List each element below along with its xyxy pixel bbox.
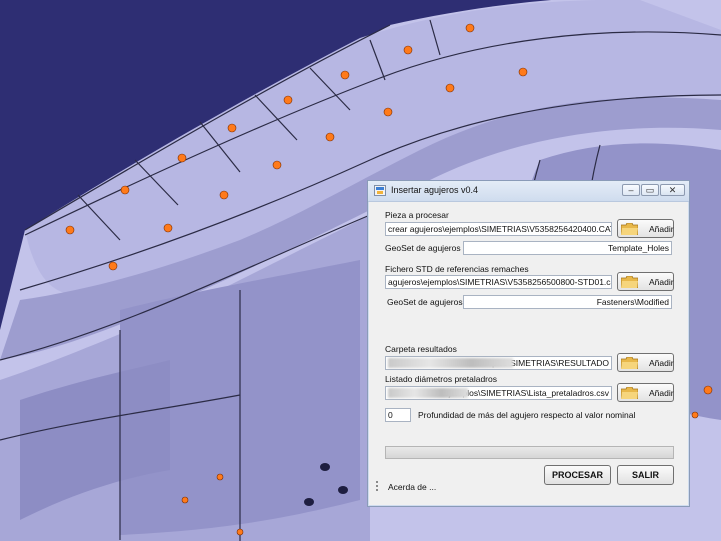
insertar-agujeros-dialog: Insertar agujeros v0.4 – ▭ ✕ Pieza a pro… <box>367 180 690 507</box>
listado-diametros-field[interactable]: \ejemplos\SIMETRIAS\Lista_pretaladros.cs… <box>385 386 612 400</box>
geoset-agujeros-label: GeoSet de agujeros <box>385 243 461 253</box>
minimize-button[interactable]: – <box>622 184 640 196</box>
folder-icon <box>621 387 638 399</box>
geoset-fasteners-field[interactable]: Fasteners\Modified <box>463 295 672 309</box>
folder-icon <box>621 223 638 235</box>
maximize-button[interactable]: ▭ <box>641 184 659 196</box>
add-fichero-label: Añadir <box>649 277 674 287</box>
procesar-button[interactable]: PROCESAR <box>544 465 611 485</box>
carpeta-resultados-field[interactable]: plos\SIMETRIAS\RESULTADO <box>385 356 612 370</box>
add-listado-button[interactable]: Añadir <box>617 383 674 402</box>
fichero-std-field[interactable]: agujeros\ejemplos\SIMETRIAS\V53582565008… <box>385 275 612 289</box>
redacted-path <box>388 388 468 398</box>
listado-diametros-label: Listado diámetros pretaladros <box>385 374 497 384</box>
add-carpeta-button[interactable]: Añadir <box>617 353 674 372</box>
carpeta-resultados-label: Carpeta resultados <box>385 344 457 354</box>
profundidad-input[interactable]: 0 <box>385 408 411 422</box>
add-listado-label: Añadir <box>649 388 674 398</box>
fichero-std-label: Fichero STD de referencias remaches <box>385 264 529 274</box>
geoset-fasteners-label: GeoSet de agujeros <box>387 297 463 307</box>
add-pieza-button[interactable]: Añadir <box>617 219 674 238</box>
folder-icon <box>621 276 638 288</box>
title-bar[interactable]: Insertar agujeros v0.4 – ▭ ✕ <box>368 181 689 202</box>
pieza-label: Pieza a procesar <box>385 210 449 220</box>
profundidad-label: Profundidad de más del agujero respecto … <box>418 410 636 420</box>
pieza-field[interactable]: crear agujeros\ejemplos\SIMETRIAS\V53582… <box>385 222 612 236</box>
folder-icon <box>621 357 638 369</box>
close-button[interactable]: ✕ <box>660 184 685 196</box>
app-icon <box>374 185 386 196</box>
grip-icon <box>376 481 378 493</box>
geoset-agujeros-field[interactable]: Template_Holes <box>463 241 672 255</box>
add-fichero-button[interactable]: Añadir <box>617 272 674 291</box>
window-title: Insertar agujeros v0.4 <box>391 185 479 195</box>
salir-button[interactable]: SALIR <box>617 465 674 485</box>
redacted-path <box>388 358 513 368</box>
add-carpeta-label: Añadir <box>649 358 674 368</box>
progress-bar <box>385 446 674 459</box>
add-pieza-label: Añadir <box>649 224 674 234</box>
acerca-de-link[interactable]: Acerda de ... <box>388 482 436 492</box>
